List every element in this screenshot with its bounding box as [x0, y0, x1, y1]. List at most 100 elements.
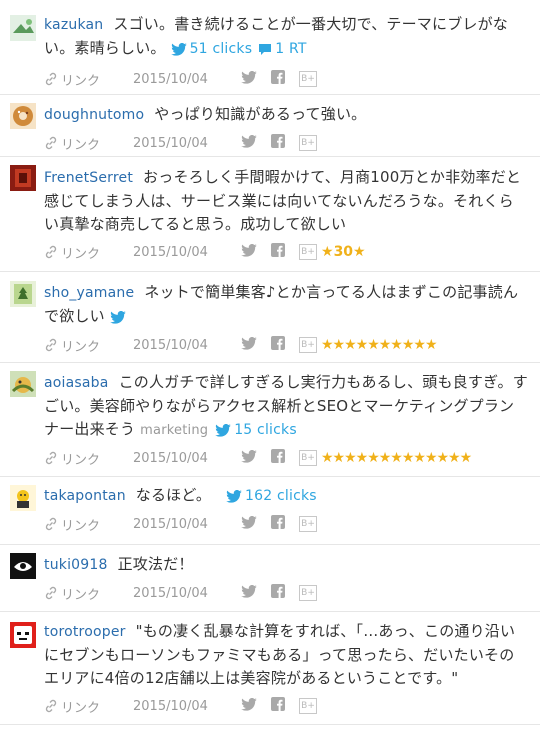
bookmark-date: 2015/10/04 — [133, 450, 208, 466]
comment-line: takapontan なるほど。 162 clicks — [44, 484, 528, 508]
link-icon — [45, 517, 57, 531]
permalink[interactable]: リンク — [61, 243, 115, 262]
star-row[interactable]: ★★★★★★★★★★★★★ — [321, 450, 472, 466]
facebook-share-icon[interactable] — [271, 70, 297, 88]
link-icon — [45, 451, 57, 465]
link-icon — [45, 586, 57, 600]
entry-meta: リンク 2015/10/04 B+ — [44, 67, 528, 91]
hatebu-star-add-icon[interactable]: B+ — [299, 135, 317, 151]
avatar-image — [10, 485, 36, 511]
twitter-share-icon[interactable] — [241, 243, 271, 261]
twitter-share-icon[interactable] — [241, 336, 271, 354]
bookmark-date: 2015/10/04 — [133, 516, 208, 532]
entry-meta: リンク 2015/10/04 B+ ★30★ — [44, 240, 528, 264]
comment-line: doughnutomo やっぱり知識があるって強い。 — [44, 103, 528, 127]
comment-line: sho_yamane ネットで簡単集客♪とか言ってる人はまずこの記事読んで欲しい — [44, 281, 528, 329]
twitter-share-icon[interactable] — [241, 697, 271, 715]
twitter-share-icon[interactable] — [241, 134, 271, 152]
avatar[interactable] — [10, 485, 36, 511]
entry-meta: リンク 2015/10/04 B+ — [44, 131, 528, 155]
tweet-clicks[interactable]: 162 clicks — [226, 488, 317, 504]
hatebu-star-add-icon[interactable]: B+ — [299, 585, 317, 601]
avatar-image — [10, 371, 36, 397]
comment-line: aoiasaba この人ガチで詳しすぎるし実行力もあるし、頭も良すぎ。すごい。美容… — [44, 371, 528, 442]
username-link[interactable]: torotrooper — [44, 624, 126, 640]
permalink[interactable]: リンク — [61, 697, 115, 716]
facebook-share-icon[interactable] — [271, 697, 297, 715]
hatebu-star-add-icon[interactable]: B+ — [299, 337, 317, 353]
star-row[interactable]: ★★★★★★★★★★ — [321, 337, 438, 353]
link-icon — [45, 136, 57, 150]
comment-line: FrenetSerret おっそろしく手間暇かけて、月商100万とか非効率だと感じ… — [44, 166, 528, 236]
twitter-share-icon[interactable] — [241, 70, 271, 88]
facebook-share-icon[interactable] — [271, 243, 297, 261]
comment-entry: kazukan スゴい。書き続けることが一番大切で、テーマにブレがない。素晴らしい… — [0, 0, 540, 95]
comment-line: torotrooper "もの凄く乱暴な計算をすれば、「…あっ、この通り沿いにセブ… — [44, 620, 528, 690]
twitter-share-icon[interactable] — [241, 584, 271, 602]
permalink[interactable]: リンク — [61, 449, 115, 468]
permalink[interactable]: リンク — [61, 515, 115, 534]
avatar[interactable] — [10, 553, 36, 579]
username-link[interactable]: takapontan — [44, 488, 126, 504]
hatebu-star-add-icon[interactable]: B+ — [299, 450, 317, 466]
avatar[interactable] — [10, 281, 36, 307]
star-count-badge[interactable]: ★30★ — [321, 244, 366, 260]
hatebu-star-add-icon[interactable]: B+ — [299, 71, 317, 87]
username-link[interactable]: sho_yamane — [44, 285, 134, 301]
hatebu-star-add-icon[interactable]: B+ — [299, 244, 317, 260]
link-icon — [45, 338, 57, 352]
link-icon — [45, 245, 57, 259]
link-icon — [45, 72, 57, 86]
tweet-link[interactable] — [109, 309, 129, 325]
avatar[interactable] — [10, 165, 36, 191]
rt-label: 1 RT — [275, 41, 307, 57]
avatar-image — [10, 103, 36, 129]
bookmark-date: 2015/10/04 — [133, 698, 208, 714]
permalink[interactable]: リンク — [61, 70, 115, 89]
comment-line: kazukan スゴい。書き続けることが一番大切で、テーマにブレがない。素晴らしい… — [44, 13, 528, 61]
facebook-share-icon[interactable] — [271, 515, 297, 533]
twitter-bird-icon — [215, 423, 231, 437]
entry-meta: リンク 2015/10/04 B+ ★★★★★★★★★★★★★ — [44, 446, 528, 470]
username-link[interactable]: doughnutomo — [44, 107, 144, 123]
facebook-share-icon[interactable] — [271, 336, 297, 354]
username-link[interactable]: aoiasaba — [44, 375, 109, 391]
tweet-clicks[interactable]: 51 clicks — [170, 41, 253, 57]
twitter-share-icon[interactable] — [241, 449, 271, 467]
hatebu-star-add-icon[interactable]: B+ — [299, 516, 317, 532]
comment-entry: tuki0918 正攻法だ！ リンク 2015/10/04 B+ — [0, 545, 540, 612]
avatar[interactable] — [10, 371, 36, 397]
facebook-share-icon[interactable] — [271, 449, 297, 467]
comment-entry: takapontan なるほど。 162 clicks リンク 2015/10/0… — [0, 477, 540, 545]
entry-meta: リンク 2015/10/04 B+ — [44, 694, 528, 718]
username-link[interactable]: FrenetSerret — [44, 170, 133, 186]
tag-link[interactable]: marketing — [140, 423, 208, 438]
bookmark-date: 2015/10/04 — [133, 71, 208, 87]
entry-meta: リンク 2015/10/04 B+ — [44, 581, 528, 605]
comment-entry: sho_yamane ネットで簡単集客♪とか言ってる人はまずこの記事読んで欲しい … — [0, 272, 540, 363]
bookmark-date: 2015/10/04 — [133, 337, 208, 353]
facebook-share-icon[interactable] — [271, 134, 297, 152]
avatar-image — [10, 281, 36, 307]
facebook-share-icon[interactable] — [271, 584, 297, 602]
comment-entry: doughnutomo やっぱり知識があるって強い。 リンク 2015/10/04… — [0, 95, 540, 157]
avatar[interactable] — [10, 622, 36, 648]
avatar[interactable] — [10, 15, 36, 41]
comment-text: 正攻法だ！ — [117, 555, 194, 573]
twitter-bird-icon — [109, 310, 126, 324]
permalink[interactable]: リンク — [61, 134, 115, 153]
tweet-clicks[interactable]: 15 clicks — [215, 422, 297, 438]
comment-line: tuki0918 正攻法だ！ — [44, 553, 528, 577]
link-icon — [45, 699, 57, 713]
permalink[interactable]: リンク — [61, 336, 115, 355]
permalink[interactable]: リンク — [61, 584, 115, 603]
twitter-bird-icon — [170, 42, 187, 56]
hatebu-star-add-icon[interactable]: B+ — [299, 698, 317, 714]
avatar[interactable] — [10, 103, 36, 129]
twitter-share-icon[interactable] — [241, 515, 271, 533]
bookmark-date: 2015/10/04 — [133, 244, 208, 260]
retweet-count[interactable]: 1 RT — [258, 41, 306, 57]
username-link[interactable]: tuki0918 — [44, 557, 108, 573]
avatar-image — [10, 165, 36, 191]
username-link[interactable]: kazukan — [44, 17, 103, 33]
